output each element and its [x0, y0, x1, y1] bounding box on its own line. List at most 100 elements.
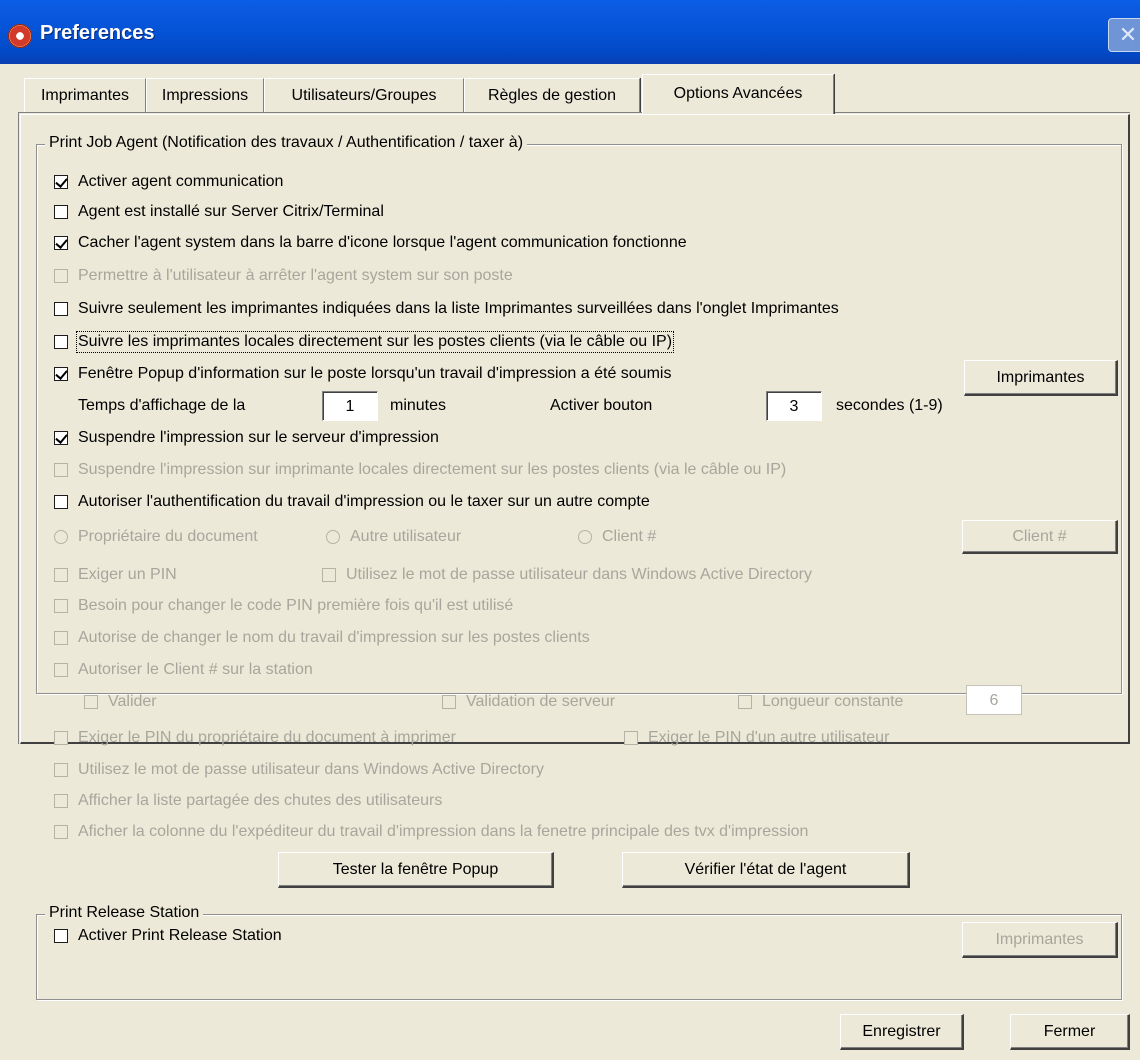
- option-cacher-agent[interactable]: Cacher l'agent system dans la barre d'ic…: [54, 231, 687, 255]
- activate-button-label: Activer bouton: [550, 397, 653, 414]
- radio-label: Client #: [602, 528, 657, 545]
- option-activer-agent[interactable]: Activer agent communication: [54, 170, 283, 194]
- imprimantes-button[interactable]: Imprimantes: [964, 360, 1118, 396]
- checkbox: [54, 463, 68, 477]
- close-window-button[interactable]: ✕: [1108, 18, 1140, 52]
- option-label: Utilisez le mot de passe utilisateur dan…: [346, 566, 812, 583]
- option-suspendre-locales: Suspendre l'impression sur imprimante lo…: [54, 458, 786, 482]
- option-label: Cacher l'agent system dans la barre d'ic…: [78, 234, 687, 251]
- option-longueur-constante: Longueur constante: [738, 690, 903, 714]
- checkbox: [54, 631, 68, 645]
- checkbox: [54, 568, 68, 582]
- checkbox[interactable]: [54, 335, 68, 349]
- title-bar: Preferences ✕: [0, 0, 1140, 64]
- print-release-legend: Print Release Station: [45, 904, 204, 922]
- checkbox[interactable]: [54, 431, 68, 445]
- option-label: Valider: [108, 693, 157, 710]
- option-label: Exiger le PIN d'un autre utilisateur: [648, 729, 890, 746]
- radio-client: Client #: [578, 525, 656, 549]
- checkbox: [84, 695, 98, 709]
- checkbox: [54, 663, 68, 677]
- checkbox: [54, 763, 68, 777]
- close-button[interactable]: Fermer: [1010, 1014, 1130, 1050]
- test-popup-button[interactable]: Tester la fenêtre Popup: [278, 852, 554, 888]
- option-label: Longueur constante: [762, 693, 904, 710]
- option-mot-de-passe-ad: Utilisez le mot de passe utilisateur dan…: [322, 563, 812, 587]
- option-label: Exiger le PIN du propriétaire du documen…: [78, 729, 456, 746]
- checkbox: [442, 695, 456, 709]
- checkbox[interactable]: [54, 929, 68, 943]
- print-release-imprimantes-button: Imprimantes: [962, 922, 1118, 958]
- checkbox[interactable]: [54, 236, 68, 250]
- tab-imprimantes[interactable]: Imprimantes: [24, 78, 146, 112]
- constant-length-input: 6: [966, 685, 1022, 715]
- checkbox: [54, 269, 68, 283]
- option-fenetre-popup[interactable]: Fenêtre Popup d'information sur le poste…: [54, 362, 671, 386]
- option-exiger-pin-autre: Exiger le PIN d'un autre utilisateur: [624, 726, 889, 750]
- radio-label: Autre utilisateur: [350, 528, 462, 545]
- checkbox[interactable]: [54, 205, 68, 219]
- radio-button: [54, 530, 68, 544]
- checkbox: [54, 731, 68, 745]
- tab-regles-de-gestion[interactable]: Règles de gestion: [464, 78, 640, 112]
- print-job-agent-legend: Print Job Agent (Notification des travau…: [45, 134, 528, 152]
- checkbox: [624, 731, 638, 745]
- checkbox[interactable]: [54, 302, 68, 316]
- checkbox: [54, 599, 68, 613]
- option-label: Suspendre l'impression sur imprimante lo…: [78, 461, 787, 478]
- display-time-label: Temps d'affichage de la: [78, 397, 246, 414]
- option-label: Exiger un PIN: [78, 566, 177, 583]
- option-suivre-locales[interactable]: Suivre les imprimantes locales directeme…: [54, 330, 675, 354]
- activate-button-seconds-input[interactable]: 3: [766, 391, 822, 421]
- option-label: Besoin pour changer le code PIN première…: [78, 597, 514, 614]
- option-label: Permettre à l'utilisateur à arrêter l'ag…: [78, 267, 513, 284]
- seconds-label: secondes (1-9): [836, 397, 943, 414]
- checkbox[interactable]: [54, 175, 68, 189]
- app-icon: [8, 24, 32, 48]
- checkbox[interactable]: [54, 495, 68, 509]
- option-valider: Valider: [84, 690, 157, 714]
- option-label: Suivre seulement les imprimantes indiqué…: [78, 300, 839, 317]
- option-suivre-seulement[interactable]: Suivre seulement les imprimantes indiqué…: [54, 297, 839, 321]
- option-exiger-pin-proprietaire: Exiger le PIN du propriétaire du documen…: [54, 726, 456, 750]
- option-label: Afficher la liste partagée des chutes de…: [78, 792, 443, 809]
- checkbox[interactable]: [54, 367, 68, 381]
- option-exiger-pin: Exiger un PIN: [54, 563, 177, 587]
- radio-button: [326, 530, 340, 544]
- checkbox: [54, 794, 68, 808]
- option-permettre-arreter: Permettre à l'utilisateur à arrêter l'ag…: [54, 264, 513, 288]
- option-label: Suivre les imprimantes locales directeme…: [75, 331, 675, 353]
- option-autoriser-client: Autoriser le Client # sur la station: [54, 658, 313, 682]
- display-time-input[interactable]: 1: [322, 391, 378, 421]
- minutes-label: minutes: [390, 397, 447, 414]
- save-button[interactable]: Enregistrer: [840, 1014, 964, 1050]
- radio-autre-utilisateur: Autre utilisateur: [326, 525, 461, 549]
- option-mot-de-passe-ad-2: Utilisez le mot de passe utilisateur dan…: [54, 758, 544, 782]
- option-activer-print-release[interactable]: Activer Print Release Station: [54, 924, 282, 948]
- option-label: Autoriser l'authentification du travail …: [78, 493, 650, 510]
- radio-label: Propriétaire du document: [78, 528, 258, 545]
- checkbox: [738, 695, 752, 709]
- client-button: Client #: [962, 520, 1118, 554]
- tab-impressions[interactable]: Impressions: [146, 78, 264, 112]
- option-label: Validation de serveur: [466, 693, 616, 710]
- option-label: Autorise de changer le nom du travail d'…: [78, 629, 590, 646]
- option-label: Activer Print Release Station: [78, 927, 282, 944]
- tab-options-avancees[interactable]: Options Avancées: [642, 74, 834, 114]
- option-autoriser-authentification[interactable]: Autoriser l'authentification du travail …: [54, 490, 650, 514]
- option-label: Utilisez le mot de passe utilisateur dan…: [78, 761, 544, 778]
- option-label: Autoriser le Client # sur la station: [78, 661, 313, 678]
- option-changer-nom: Autorise de changer le nom du travail d'…: [54, 626, 590, 650]
- option-label: Aficher la colonne du l'expéditeur du tr…: [78, 823, 809, 840]
- option-label: Activer agent communication: [78, 173, 284, 190]
- option-agent-citrix[interactable]: Agent est installé sur Server Citrix/Ter…: [54, 200, 384, 224]
- checkbox: [322, 568, 336, 582]
- option-suspendre-serveur[interactable]: Suspendre l'impression sur le serveur d'…: [54, 426, 439, 450]
- tab-utilisateurs-groupes[interactable]: Utilisateurs/Groupes: [264, 78, 464, 112]
- option-changer-pin: Besoin pour changer le code PIN première…: [54, 594, 513, 618]
- radio-proprietaire: Propriétaire du document: [54, 525, 258, 549]
- check-agent-button[interactable]: Vérifier l'état de l'agent: [622, 852, 910, 888]
- option-label: Fenêtre Popup d'information sur le poste…: [78, 365, 672, 382]
- option-colonne-expediteur: Aficher la colonne du l'expéditeur du tr…: [54, 820, 808, 844]
- window-title: Preferences: [40, 22, 155, 44]
